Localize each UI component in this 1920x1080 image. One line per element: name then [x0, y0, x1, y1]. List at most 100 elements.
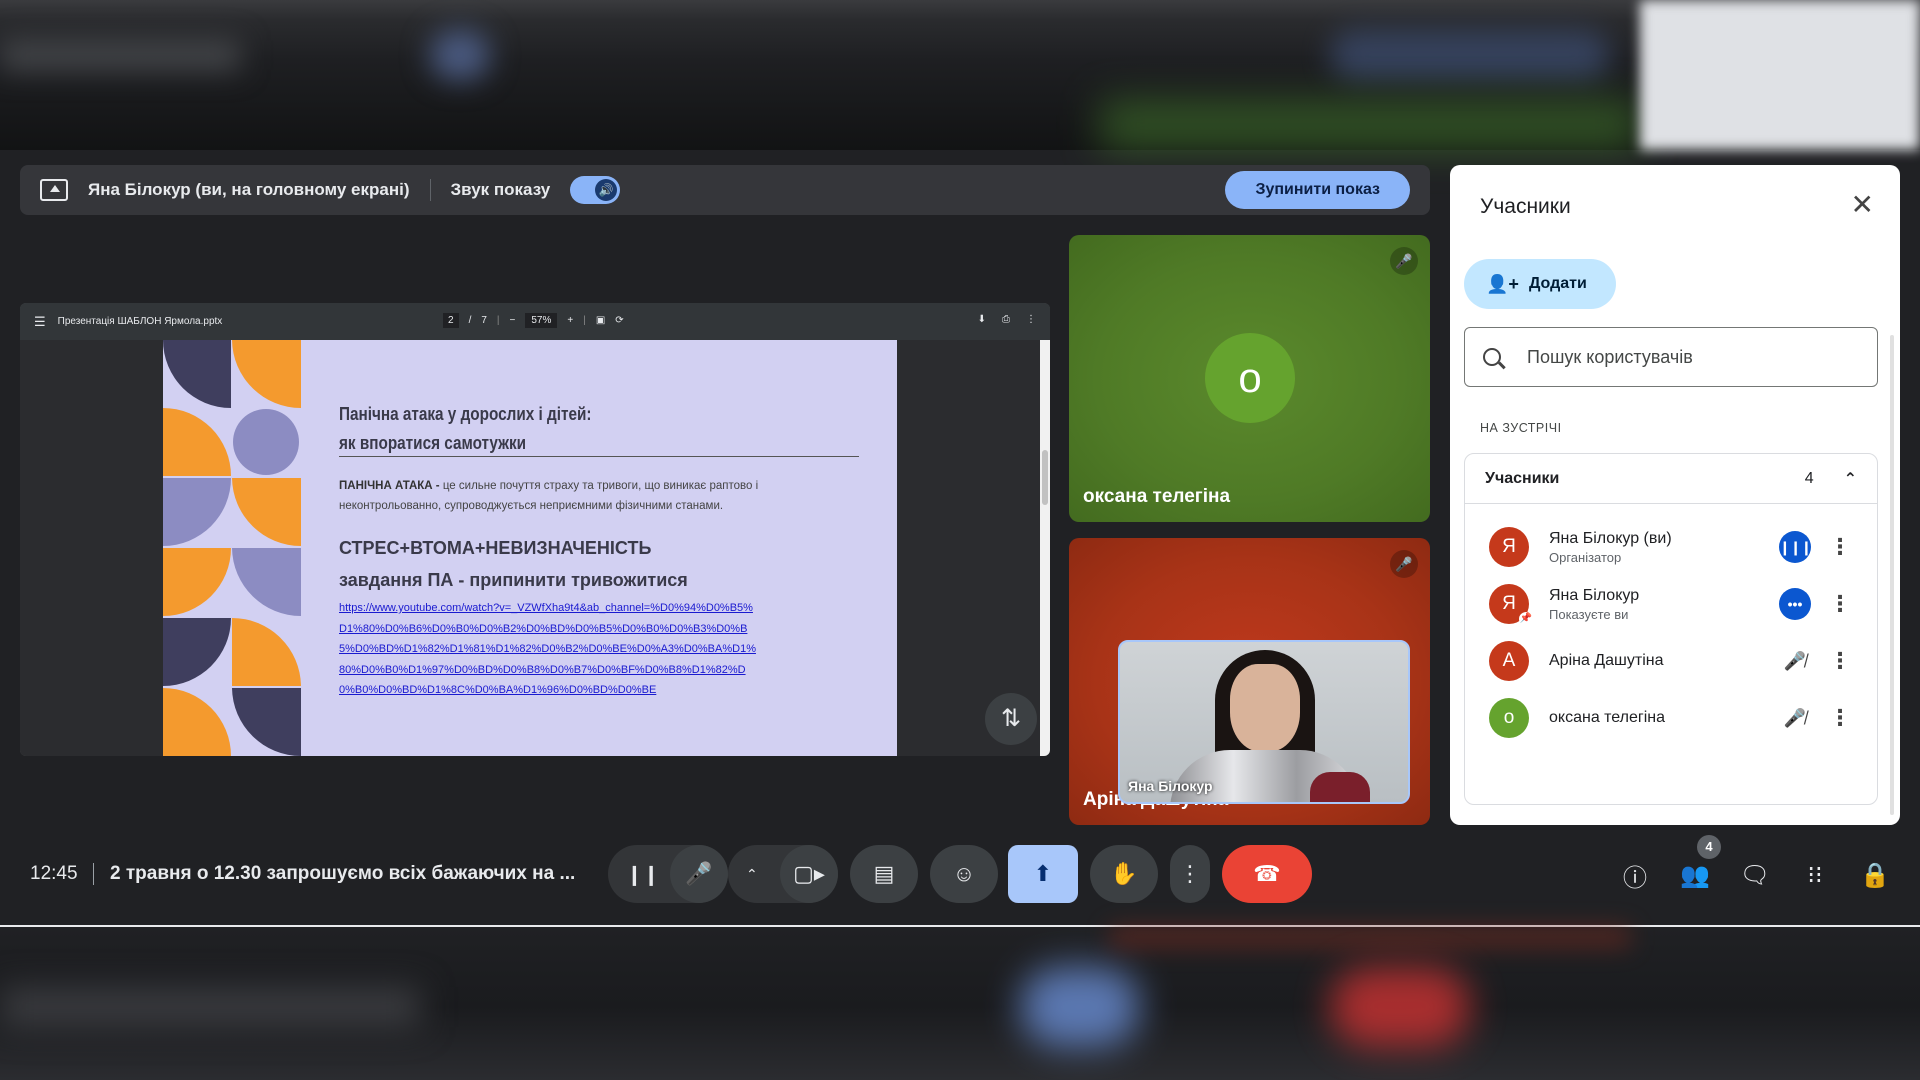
- pdf-toolbar: ☰ Презентація ШАБЛОН Ярмола.pptx 2 / 7 |…: [20, 303, 1050, 340]
- stop-presenting-button[interactable]: Зупинити показ: [1225, 171, 1410, 209]
- person-add-icon: 👤+: [1486, 273, 1519, 294]
- participant-role: Показуєте ви: [1549, 606, 1629, 622]
- participants-group: Учасники 4 ⌃ Я Яна Білокур (ви) Організа…: [1464, 453, 1878, 805]
- slide-heading-stress: СТРЕС+ВТОМА+НЕВИЗНАЧЕНІСТЬ: [339, 538, 652, 558]
- microphone-button[interactable]: 🎤: [670, 845, 728, 903]
- activities-icon[interactable]: ⁝⁝: [1797, 857, 1833, 893]
- participant-tile-oksana[interactable]: 🎤 о оксана телегіна: [1069, 235, 1430, 522]
- more-options-icon[interactable]: ⋮: [1829, 534, 1851, 560]
- more-options-icon[interactable]: ⋮: [1829, 648, 1851, 674]
- slide-title-line1: Панічна атака у дорослих і дітей:: [339, 404, 592, 424]
- present-screen-icon: [40, 179, 68, 201]
- slide-video-link[interactable]: https://www.youtube.com/watch?v=_VZWfXha…: [339, 598, 759, 701]
- search-people-input[interactable]: Пошук користувачів: [1464, 327, 1878, 387]
- group-count: 4: [1804, 469, 1814, 487]
- emoji-icon: ☺: [952, 861, 976, 886]
- people-icon[interactable]: 👥: [1677, 857, 1713, 893]
- avatar: о: [1205, 333, 1295, 423]
- zoom-in-button[interactable]: +: [567, 315, 573, 326]
- page-current[interactable]: 2: [443, 313, 459, 328]
- hand-icon: ✋: [1110, 861, 1138, 886]
- search-placeholder: Пошук користувачів: [1527, 346, 1693, 367]
- avatar: А: [1489, 641, 1529, 681]
- divider: [93, 863, 94, 885]
- meeting-info-icon[interactable]: ⓘ: [1617, 857, 1653, 893]
- panel-title: Учасники: [1480, 195, 1571, 218]
- leave-call-button[interactable]: ☎: [1222, 845, 1312, 903]
- presenter-label: Яна Білокур (ви, на головному екрані): [88, 180, 410, 199]
- presenting-bar: Яна Білокур (ви, на головному екрані) Зв…: [20, 165, 1430, 215]
- rotate-icon[interactable]: ⟳: [615, 315, 623, 326]
- group-label: Учасники: [1485, 469, 1560, 487]
- mic-off-icon[interactable]: 🎤̸: [1779, 645, 1811, 677]
- participant-info: Яна Білокур Показуєте ви: [1549, 587, 1639, 622]
- divider: |: [583, 315, 586, 326]
- present-button[interactable]: ⬆: [1008, 845, 1078, 903]
- self-view-video[interactable]: Яна Білокур: [1118, 640, 1410, 804]
- captions-button[interactable]: ▤: [850, 845, 918, 903]
- blurred-background-bottom: [0, 927, 1920, 1080]
- participants-group-header[interactable]: Учасники 4 ⌃: [1465, 454, 1877, 504]
- zoom-level[interactable]: 57%: [525, 313, 558, 328]
- people-count-badge: 4: [1697, 835, 1721, 859]
- audio-settings-icon[interactable]: ❙❙: [626, 862, 660, 887]
- more-vert-icon: ⋮: [1179, 861, 1201, 886]
- host-controls-icon[interactable]: 🔒: [1857, 857, 1893, 893]
- tile-name: оксана телегіна: [1083, 486, 1231, 507]
- more-options-icon[interactable]: ⋮: [1829, 705, 1851, 731]
- participant-info: Аріна Дашутіна: [1549, 652, 1664, 670]
- chevron-up-icon[interactable]: ⌃: [746, 866, 758, 883]
- chevron-up-icon[interactable]: ⌃: [1844, 469, 1857, 489]
- slide-definition: ПАНІЧНА АТАКА - це сильне почуття страху…: [339, 476, 859, 516]
- definition-term: ПАНІЧНА АТАКА -: [339, 480, 443, 492]
- more-indicator-icon: •••: [1779, 588, 1811, 620]
- slide-title-line2: як впоратися самотужки: [339, 433, 527, 453]
- avatar: о: [1489, 698, 1529, 738]
- more-icon[interactable]: ⋮: [1026, 314, 1036, 325]
- slide: Панічна атака у дорослих і дітей: як впо…: [163, 340, 897, 756]
- chat-icon[interactable]: 🗨: [1737, 857, 1773, 893]
- camera-button[interactable]: ▢▸: [780, 845, 838, 903]
- participants-panel: Учасники ✕ 👤+ Додати Пошук користувачів …: [1450, 165, 1900, 825]
- panel-scrollbar[interactable]: [1890, 335, 1894, 815]
- meeting-controls-bar: 12:45 2 травня о 12.30 запрошуємо всіх б…: [0, 835, 1920, 915]
- pdf-filename: Презентація ШАБЛОН Ярмола.pptx: [57, 316, 223, 327]
- add-people-button[interactable]: 👤+ Додати: [1464, 259, 1616, 309]
- avatar-initial: Я: [1502, 593, 1516, 614]
- fit-page-icon[interactable]: ▣: [596, 315, 605, 326]
- search-icon: [1483, 348, 1501, 366]
- presenting-pin-icon: 📌: [1519, 612, 1533, 626]
- print-icon[interactable]: ⎙: [1002, 314, 1010, 325]
- reactions-button[interactable]: ☺: [930, 845, 998, 903]
- mic-off-icon[interactable]: 🎤̸: [1779, 702, 1811, 734]
- presentation-viewer: ☰ Презентація ШАБЛОН Ярмола.pptx 2 / 7 |…: [20, 303, 1050, 756]
- section-label-in-meeting: НА ЗУСТРІЧІ: [1480, 421, 1562, 435]
- meeting-title[interactable]: 2 травня о 12.30 запрошуємо всіх бажаючи…: [110, 863, 575, 885]
- zoom-out-button[interactable]: −: [510, 315, 516, 326]
- participant-info: оксана телегіна: [1549, 709, 1665, 727]
- slide-decorative-art: [163, 340, 301, 756]
- more-options-icon[interactable]: ⋮: [1829, 591, 1851, 617]
- menu-icon[interactable]: ☰: [34, 314, 46, 330]
- participant-name: оксана телегіна: [1549, 709, 1666, 726]
- page-total: 7: [481, 315, 487, 326]
- swap-layout-button[interactable]: ⇅: [985, 693, 1037, 745]
- pdf-scrollbar[interactable]: [1040, 340, 1050, 756]
- share-sound-label: Звук показу: [450, 180, 551, 199]
- pdf-page-area: Панічна атака у дорослих і дітей: як впо…: [20, 340, 1050, 756]
- participant-row[interactable]: о оксана телегіна 🎤̸ ⋮: [1465, 683, 1877, 753]
- participant-name: Аріна Дашутіна: [1549, 652, 1664, 669]
- pdf-scroll-thumb[interactable]: [1042, 450, 1048, 505]
- more-options-button[interactable]: ⋮: [1170, 845, 1210, 903]
- participant-name: Яна Білокур (ви): [1549, 529, 1672, 547]
- present-screen-icon: ⬆: [1033, 861, 1053, 886]
- download-icon[interactable]: ⬇: [978, 314, 986, 325]
- close-icon[interactable]: ✕: [1851, 191, 1874, 219]
- slide-title-rule: [339, 456, 859, 457]
- raise-hand-button[interactable]: ✋: [1090, 845, 1158, 903]
- mic-off-icon: 🎤: [1390, 550, 1418, 578]
- slide-heading-task: завдання ПА - припинити тривожитися: [339, 570, 688, 590]
- self-view-name: Яна Білокур: [1128, 778, 1213, 794]
- add-people-label: Додати: [1528, 275, 1587, 292]
- share-sound-toggle[interactable]: 🔊: [570, 176, 621, 204]
